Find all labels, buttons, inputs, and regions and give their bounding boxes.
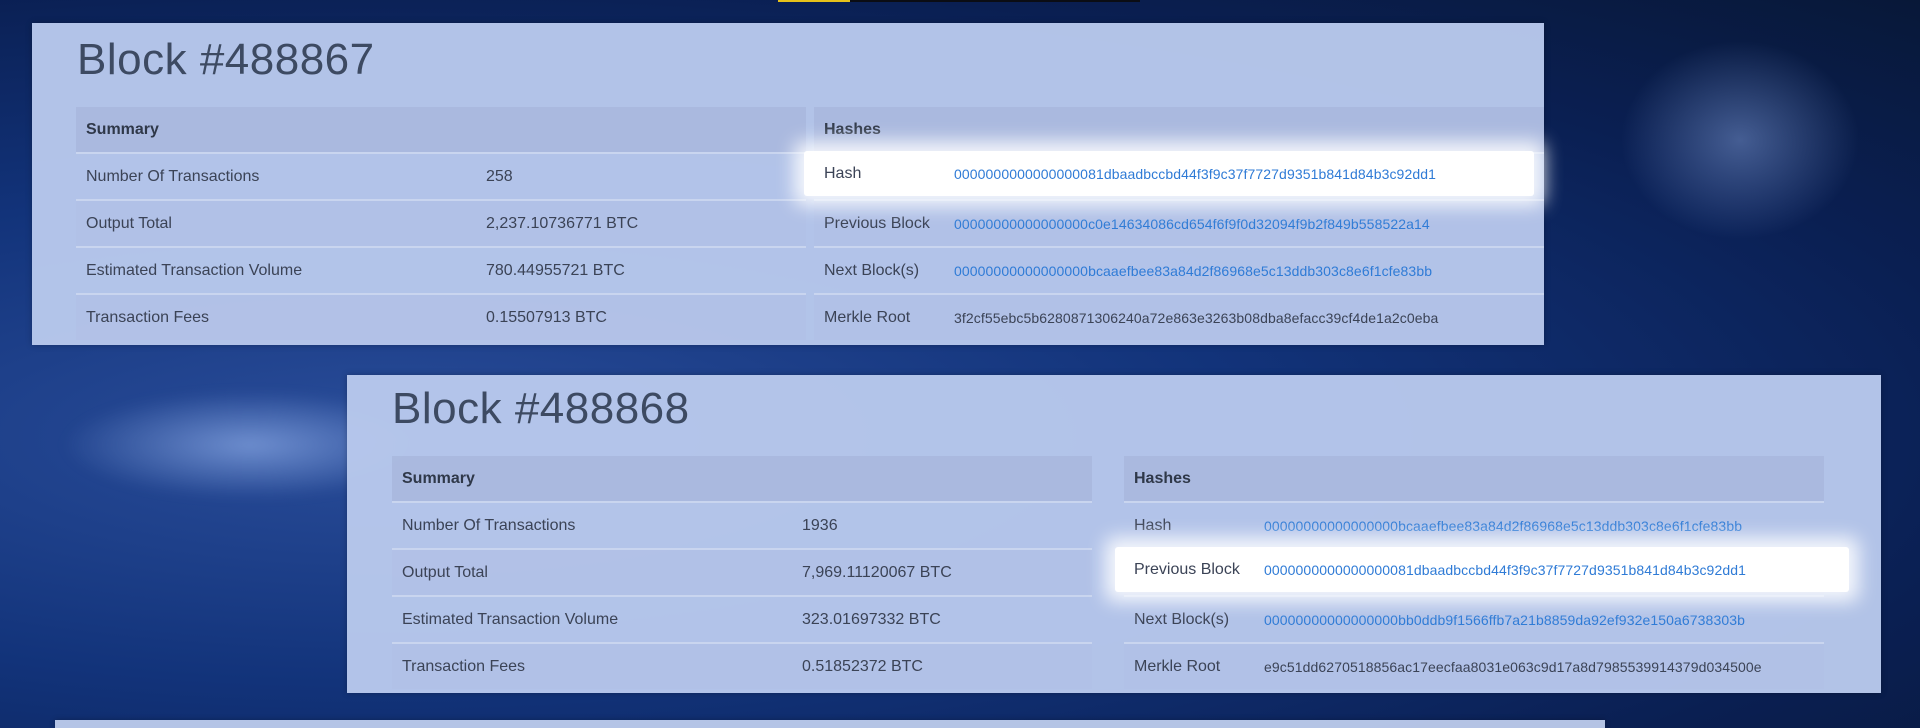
summary-row: Output Total 2,237.10736771 BTC (76, 199, 806, 246)
hash-label: Hash (824, 164, 862, 182)
summary-header: Summary (76, 107, 806, 152)
previous-block-link[interactable]: 00000000000000000c0e14634086cd654f6f9f0d… (954, 216, 1430, 232)
hash-label: Hash (1134, 516, 1172, 534)
merkle-root-value: e9c51dd6270518856ac17eecfaa8031e063c9d17… (1264, 658, 1762, 675)
highlighted-previous-block-row: Previous Block 0000000000000000081dbaadbc… (1115, 547, 1849, 592)
hash-link[interactable]: 0000000000000000081dbaadbccbd44f3f9c37f7… (954, 166, 1436, 182)
hash-row: Hash 00000000000000000bcaaefbee83a84d2f86… (1124, 501, 1824, 548)
next-block-panel-edge (55, 720, 1605, 728)
block-panel-488867: Block #488867 Summary Number Of Transact… (32, 23, 1544, 345)
hash-label: Previous Block (1134, 560, 1240, 578)
hash-row: Merkle Root e9c51dd6270518856ac17eecfaa80… (1124, 642, 1824, 689)
next-block-link[interactable]: 00000000000000000bcaaefbee83a84d2f86968e… (954, 263, 1432, 279)
hashes-header: Hashes (1124, 456, 1824, 501)
summary-value: 780.44955721 BTC (486, 261, 625, 279)
hash-row: Merkle Root 3f2cf55ebc5b6280871306240a72e… (814, 293, 1544, 340)
summary-row: Output Total 7,969.11120067 BTC (392, 548, 1092, 595)
next-block-link[interactable]: 00000000000000000bb0ddb9f1566ffb7a21b885… (1264, 612, 1745, 628)
summary-value: 258 (486, 167, 513, 185)
summary-row: Estimated Transaction Volume 780.44955721… (76, 246, 806, 293)
summary-row: Number Of Transactions 1936 (392, 501, 1092, 548)
summary-label: Transaction Fees (86, 308, 210, 326)
summary-label: Output Total (402, 563, 488, 581)
block-title: Block #488868 (392, 384, 690, 433)
summary-label: Transaction Fees (402, 657, 526, 675)
summary-table: Summary Number Of Transactions 258 Output… (76, 107, 806, 340)
hash-label: Next Block(s) (824, 261, 920, 279)
summary-value: 0.51852372 BTC (802, 657, 923, 675)
summary-label: Number Of Transactions (86, 167, 260, 185)
block-title: Block #488867 (77, 35, 375, 84)
summary-value: 0.15507913 BTC (486, 308, 607, 326)
hash-label: Previous Block (824, 214, 930, 232)
hash-row: Hash 0000000000000000081dbaadbccbd44f3f9c… (804, 151, 1534, 196)
hash-link[interactable]: 00000000000000000bcaaefbee83a84d2f86968e… (1264, 518, 1742, 534)
summary-label: Number Of Transactions (402, 516, 576, 534)
previous-block-link[interactable]: 0000000000000000081dbaadbccbd44f3f9c37f7… (1264, 562, 1746, 578)
block-panel-488868: Block #488868 Summary Number Of Transact… (347, 375, 1881, 693)
hash-row: Previous Block 0000000000000000081dbaadbc… (1115, 547, 1849, 592)
background-glow (1620, 40, 1860, 240)
hash-label: Merkle Root (1134, 657, 1221, 675)
hashes-header: Hashes (814, 107, 1544, 152)
summary-header: Summary (392, 456, 1092, 501)
summary-value: 1936 (802, 516, 838, 534)
hash-row: Previous Block 00000000000000000c0e146340… (814, 199, 1544, 246)
hash-label: Next Block(s) (1134, 610, 1230, 628)
hash-row: Next Block(s) 00000000000000000bb0ddb9f15… (1124, 595, 1824, 642)
summary-table: Summary Number Of Transactions 1936 Outpu… (392, 456, 1092, 689)
summary-row: Estimated Transaction Volume 323.01697332… (392, 595, 1092, 642)
highlighted-hash-row: Hash 0000000000000000081dbaadbccbd44f3f9c… (804, 151, 1534, 196)
summary-value: 7,969.11120067 BTC (802, 563, 952, 581)
summary-label: Estimated Transaction Volume (402, 610, 619, 628)
summary-label: Output Total (86, 214, 172, 232)
hashes-table: Hashes Previous Block 00000000000000000c0… (814, 107, 1544, 340)
summary-value: 2,237.10736771 BTC (486, 214, 639, 232)
summary-row: Transaction Fees 0.15507913 BTC (76, 293, 806, 340)
summary-row: Transaction Fees 0.51852372 BTC (392, 642, 1092, 689)
hash-label: Merkle Root (824, 308, 911, 326)
summary-label: Estimated Transaction Volume (86, 261, 303, 279)
merkle-root-value: 3f2cf55ebc5b6280871306240a72e863e3263b08… (954, 309, 1439, 326)
hash-row: Next Block(s) 00000000000000000bcaaefbee8… (814, 246, 1544, 293)
summary-row: Number Of Transactions 258 (76, 152, 806, 199)
top-progress-bar (778, 0, 1140, 2)
summary-value: 323.01697332 BTC (802, 610, 941, 628)
